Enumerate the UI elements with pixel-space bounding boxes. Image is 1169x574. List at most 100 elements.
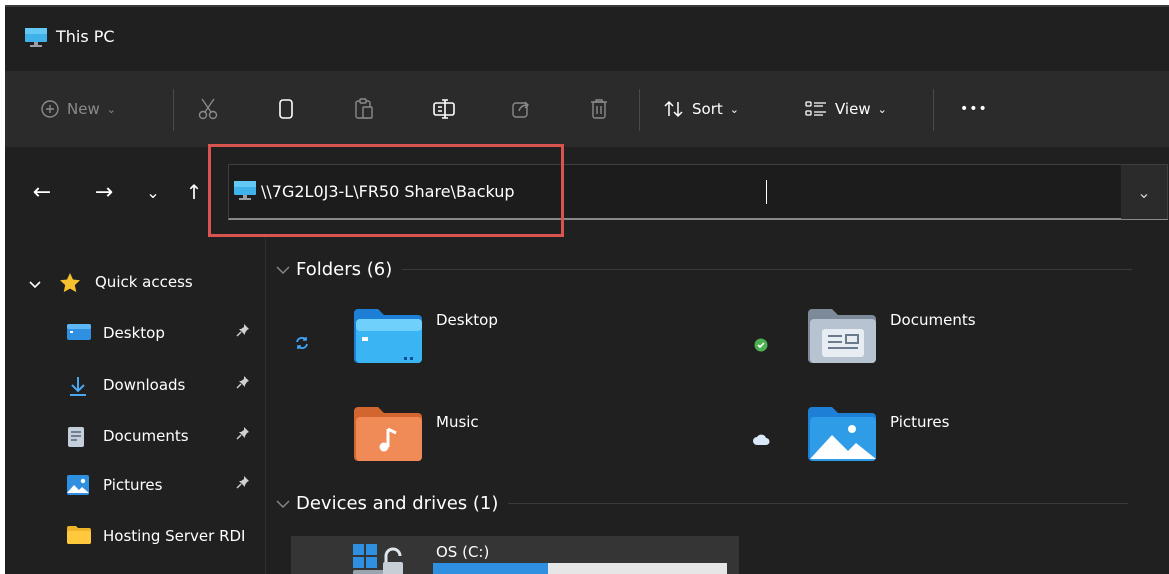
view-button[interactable]: View ⌄ <box>805 71 887 147</box>
folder-tile-pictures[interactable]: Pictures <box>736 397 1166 477</box>
paste-icon <box>354 98 374 120</box>
music-folder-icon <box>354 407 422 465</box>
pin-icon <box>236 475 250 493</box>
available-icon <box>754 337 768 356</box>
folder-name: Music <box>436 413 479 431</box>
pin-icon <box>236 323 250 341</box>
pictures-folder-icon <box>808 407 876 465</box>
navigation-pane: Quick access Desktop Downloads Documents… <box>5 237 266 574</box>
drive-icon <box>353 544 415 574</box>
sidebar-item-pictures[interactable]: Pictures <box>5 462 265 510</box>
folders-group-header[interactable]: Folders (6) <box>276 259 1133 280</box>
sidebar-item-downloads[interactable]: Downloads <box>5 362 265 410</box>
delete-icon <box>589 98 609 120</box>
content-pane: Folders (6) Desktop Documents Music Pict… <box>266 237 1169 574</box>
toolbar-divider <box>639 89 640 131</box>
view-button-label: View <box>835 100 871 118</box>
group-title: Folders (6) <box>296 259 393 280</box>
sidebar-item-label: Desktop <box>103 324 165 342</box>
up-button[interactable]: ↑ <box>178 147 210 237</box>
pin-icon <box>236 426 250 444</box>
star-icon <box>59 272 81 297</box>
copy-button[interactable] <box>277 71 295 147</box>
arrow-up-icon: ↑ <box>185 180 203 204</box>
cloud-icon <box>752 431 770 450</box>
chevron-down-icon: ⌄ <box>877 102 887 116</box>
sidebar-item-label: Documents <box>103 427 189 445</box>
sidebar-item-label: Quick access <box>95 273 193 291</box>
view-icon <box>805 100 827 118</box>
chevron-down-icon[interactable] <box>29 276 41 294</box>
sort-icon <box>664 100 684 118</box>
drive-usage-bar <box>433 563 727 574</box>
drive-usage-fill <box>433 563 548 574</box>
chevron-down-icon <box>276 493 290 514</box>
folder-name: Documents <box>890 311 976 329</box>
pictures-icon <box>67 475 89 499</box>
folder-icon <box>67 526 91 548</box>
toolbar-divider <box>933 89 934 131</box>
rename-button[interactable] <box>433 71 455 147</box>
sidebar-item-quick-access[interactable]: Quick access <box>5 259 265 307</box>
arrow-left-icon: ← <box>32 179 52 205</box>
folder-tile-music[interactable]: Music <box>266 397 706 477</box>
new-icon <box>41 100 59 118</box>
devices-group-header[interactable]: Devices and drives (1) <box>276 493 1129 514</box>
documents-icon <box>67 426 85 452</box>
chevron-down-icon: ⌄ <box>1137 182 1151 202</box>
share-button[interactable] <box>511 71 531 147</box>
drive-name: OS (C:) <box>436 543 490 561</box>
chevron-down-icon: ⌄ <box>729 102 739 116</box>
copy-icon <box>277 98 295 120</box>
sidebar-item-label: Hosting Server RDI <box>103 527 246 545</box>
window-title: This PC <box>56 27 115 46</box>
delete-button[interactable] <box>589 71 609 147</box>
folder-name: Desktop <box>436 311 498 329</box>
new-button-label: New <box>67 100 100 118</box>
file-explorer-window: This PC New ⌄ Sort ⌄ View ⌄ ••• ← → ⌄ ↑ … <box>5 5 1169 574</box>
folder-tile-documents[interactable]: Documents <box>736 303 1166 383</box>
this-pc-icon <box>25 28 47 52</box>
new-button[interactable]: New ⌄ <box>41 71 116 147</box>
text-cursor <box>766 180 767 204</box>
sidebar-item-desktop[interactable]: Desktop <box>5 310 265 358</box>
sort-button[interactable]: Sort ⌄ <box>664 71 739 147</box>
desktop-folder-icon <box>67 323 91 345</box>
download-icon <box>67 375 89 401</box>
chevron-down-icon: ⌄ <box>106 102 116 116</box>
command-bar: New ⌄ Sort ⌄ View ⌄ ••• <box>5 71 1169 147</box>
chevron-down-icon: ⌄ <box>146 182 160 202</box>
toolbar-divider <box>173 89 174 131</box>
arrow-right-icon: → <box>94 179 114 205</box>
group-divider <box>508 503 1129 504</box>
sidebar-item-hosting-server[interactable]: Hosting Server RDI <box>5 513 265 561</box>
group-title: Devices and drives (1) <box>296 493 499 514</box>
title-bar: This PC <box>5 5 1169 69</box>
paste-button[interactable] <box>354 71 374 147</box>
pin-icon <box>236 375 250 393</box>
drive-tile-os-c[interactable]: OS (C:) <box>291 536 739 574</box>
folder-name: Pictures <box>890 413 950 431</box>
sidebar-item-label: Downloads <box>103 376 186 394</box>
cut-icon <box>198 98 218 120</box>
sidebar-item-label: Pictures <box>103 476 163 494</box>
address-bar[interactable]: \\7G2L0J3-L\FR50 Share\Backup ⌄ <box>228 164 1168 220</box>
sidebar-item-documents[interactable]: Documents <box>5 413 265 461</box>
cut-button[interactable] <box>198 71 218 147</box>
share-icon <box>511 99 531 119</box>
chevron-down-icon <box>276 259 290 280</box>
address-input[interactable]: \\7G2L0J3-L\FR50 Share\Backup <box>261 182 515 201</box>
rename-icon <box>433 99 455 119</box>
sort-button-label: Sort <box>692 100 723 118</box>
group-divider <box>402 269 1133 270</box>
sync-icon <box>294 335 310 355</box>
recent-locations-button[interactable]: ⌄ <box>137 147 169 237</box>
back-button[interactable]: ← <box>26 147 58 237</box>
folder-tile-desktop[interactable]: Desktop <box>266 303 706 383</box>
navigation-bar: ← → ⌄ ↑ \\7G2L0J3-L\FR50 Share\Backup ⌄ <box>5 147 1169 237</box>
address-dropdown-button[interactable]: ⌄ <box>1121 165 1167 219</box>
forward-button[interactable]: → <box>88 147 120 237</box>
this-pc-icon <box>234 181 256 205</box>
more-options-button[interactable]: ••• <box>960 71 988 147</box>
desktop-folder-icon <box>354 309 422 367</box>
